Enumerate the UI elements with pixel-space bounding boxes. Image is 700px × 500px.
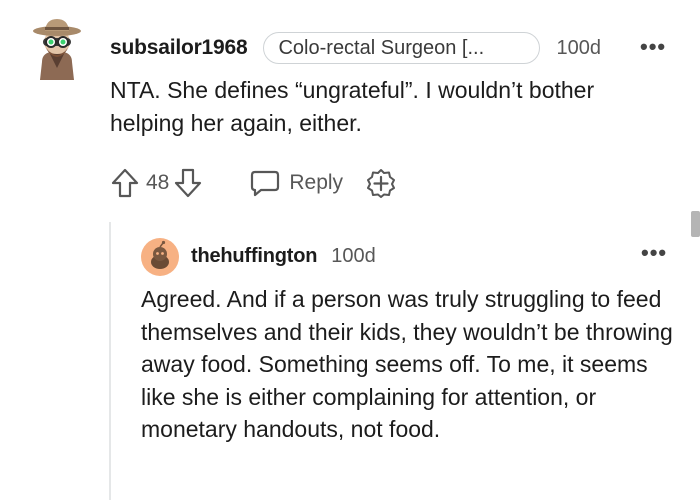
award-button[interactable]: [365, 167, 397, 199]
award-plus-icon: [367, 169, 396, 198]
reply-button[interactable]: Reply: [249, 168, 343, 198]
reply-body: Agreed. And if a person was truly strugg…: [141, 286, 673, 442]
reply-label: Reply: [289, 171, 344, 194]
user-avatar[interactable]: [28, 16, 86, 80]
comment-actions: 48 Reply: [110, 166, 397, 200]
reply-header: thehuffington 100d: [191, 240, 376, 272]
arrow-up-icon: [111, 168, 139, 198]
thread-line[interactable]: [109, 222, 111, 500]
downvote-button[interactable]: [173, 167, 203, 199]
upvote-button[interactable]: [110, 167, 140, 199]
user-flair: Colo-rectal Surgeon [...: [263, 32, 541, 64]
reply-username[interactable]: thehuffington: [191, 245, 317, 268]
comment-timestamp[interactable]: 100d: [556, 37, 601, 60]
adventurer-avatar-icon: [33, 19, 81, 80]
comment-body: NTA. She defines “ungrateful”. I wouldn’…: [110, 77, 595, 136]
arrow-down-icon: [175, 168, 202, 198]
comment-thread: subsailor1968 Colo-rectal Surgeon [... 1…: [0, 0, 700, 500]
comment-username[interactable]: subsailor1968: [110, 36, 248, 60]
speech-bubble-icon: [251, 170, 280, 197]
reply-avatar[interactable]: [141, 238, 179, 276]
reply-timestamp[interactable]: 100d: [331, 245, 376, 268]
snoo-avatar-icon: [141, 238, 179, 276]
more-options-button[interactable]: •••: [640, 36, 666, 58]
reply-more-options-button[interactable]: •••: [641, 242, 667, 264]
vote-count: 48: [146, 171, 170, 194]
scrollbar-thumb[interactable]: [691, 211, 700, 237]
comment-header: subsailor1968 Colo-rectal Surgeon [... 1…: [110, 31, 601, 65]
